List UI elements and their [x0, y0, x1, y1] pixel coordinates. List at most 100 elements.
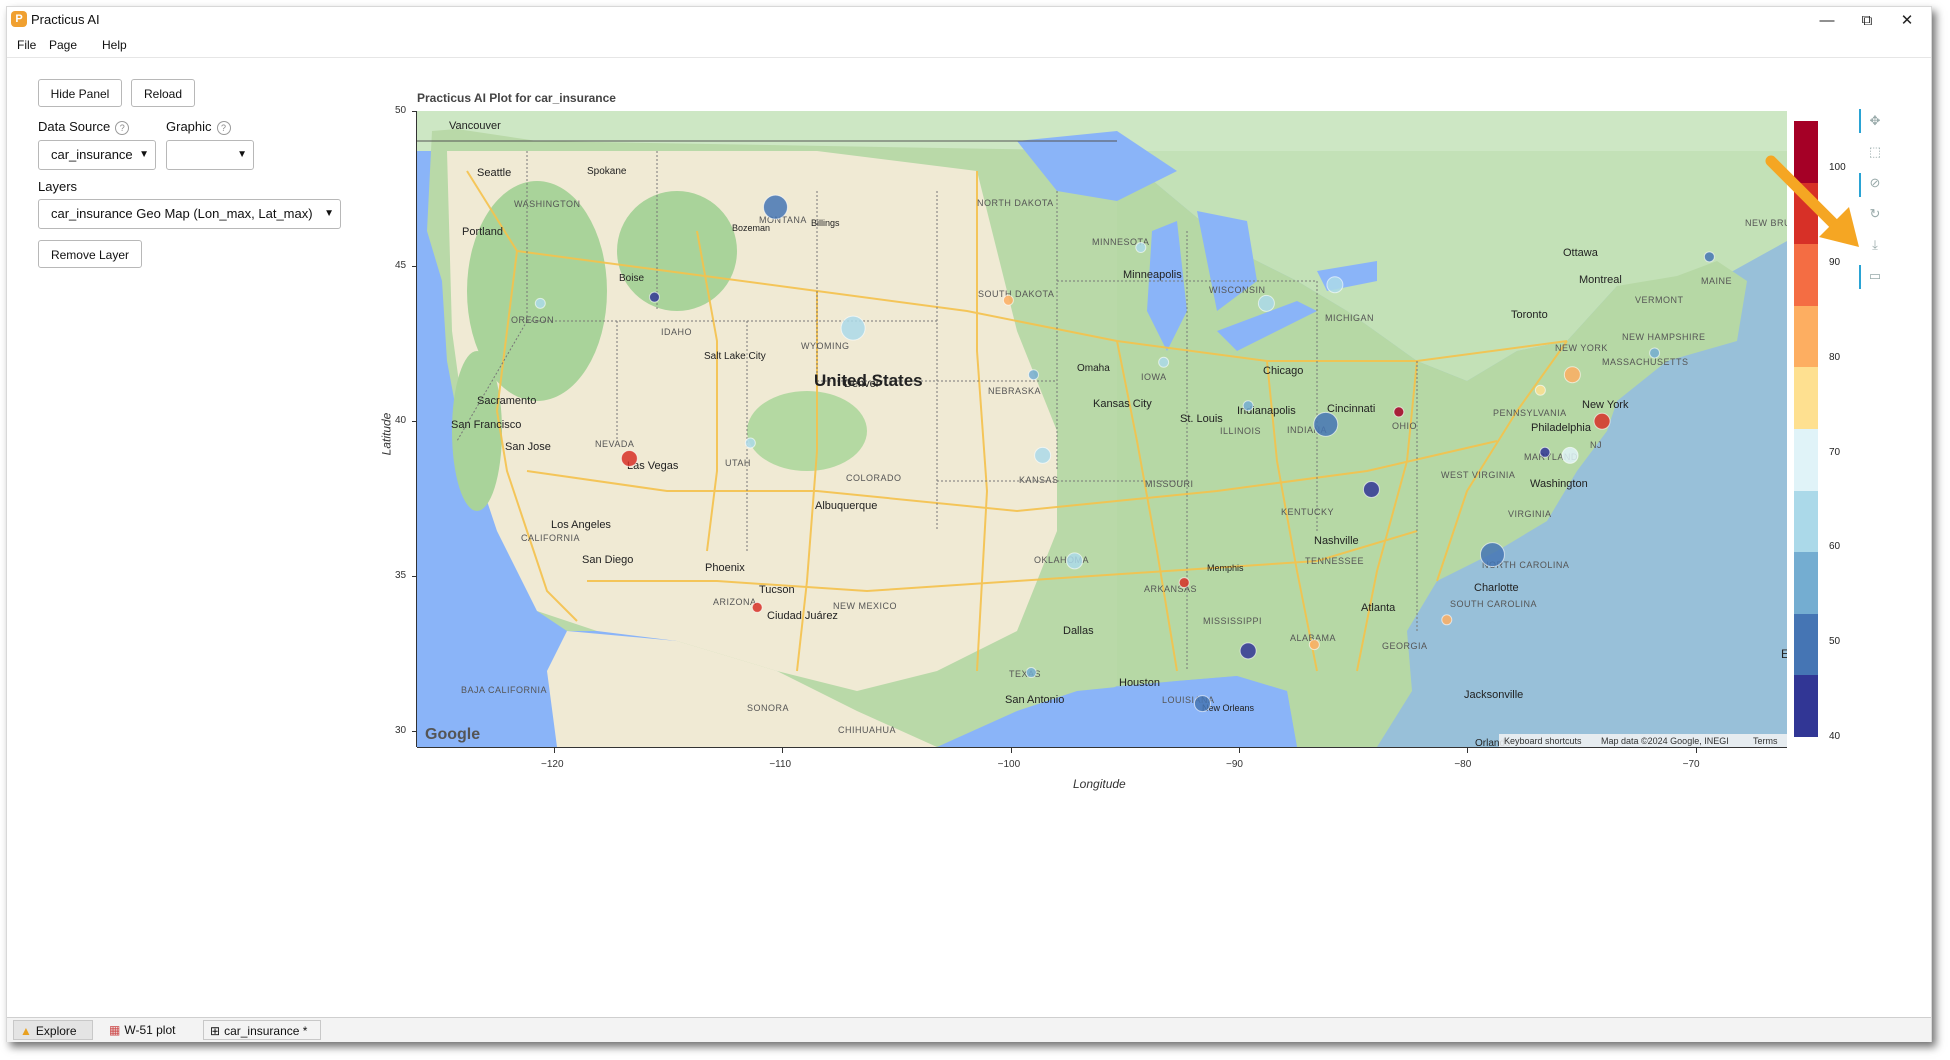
city-label: Minneapolis [1123, 269, 1182, 281]
scatter-point[interactable] [1028, 369, 1039, 381]
close-button[interactable]: ✕ [1887, 9, 1927, 33]
city-label: San Jose [505, 441, 551, 453]
pan-icon[interactable]: ✥ [1865, 111, 1885, 131]
tab-label: W-51 plot [124, 1023, 176, 1037]
scatter-point[interactable] [1025, 667, 1037, 679]
graphic-select[interactable]: ▼ [166, 140, 254, 170]
layers-select[interactable]: car_insurance Geo Map (Lon_max, Lat_max)… [38, 199, 341, 229]
scatter-point[interactable] [1362, 480, 1380, 498]
tab-explore[interactable]: ▲ Explore [13, 1020, 93, 1040]
colorbar-segment [1794, 367, 1818, 430]
scatter-point[interactable] [1326, 276, 1344, 294]
city-label: Portland [462, 226, 503, 238]
scatter-point[interactable] [1308, 639, 1320, 651]
layers-label: Layers [38, 179, 78, 194]
app-window: P Practicus AI — ⧉ ✕ File Page Help Hide… [6, 6, 1932, 1042]
city-label: Vancouver [449, 120, 501, 132]
scatter-point[interactable] [1178, 577, 1190, 589]
y-tick-label: 35 [395, 570, 407, 582]
tool-active-indicator [1859, 265, 1861, 289]
colorbar-tick-label: 50 [1829, 636, 1841, 648]
scatter-point[interactable] [1703, 251, 1715, 263]
scatter-point[interactable] [1561, 446, 1579, 464]
state-label: NEW MEXICO [833, 601, 897, 611]
city-label: Nashville [1314, 535, 1359, 547]
data-source-label: Data Source? [38, 119, 130, 135]
scatter-point[interactable] [1239, 642, 1257, 660]
scatter-point[interactable] [1649, 347, 1661, 359]
scatter-point[interactable] [620, 449, 638, 467]
city-label: Houston [1119, 677, 1160, 689]
scatter-point[interactable] [1002, 294, 1014, 306]
x-axis-line [417, 747, 1787, 748]
menu-file[interactable]: File [17, 38, 36, 52]
scatter-point[interactable] [1393, 406, 1405, 418]
scatter-point[interactable] [1441, 614, 1453, 626]
scatter-point[interactable] [1135, 242, 1147, 254]
scatter-point[interactable] [648, 291, 660, 303]
scatter-point[interactable] [1066, 552, 1084, 570]
help-icon[interactable]: ? [216, 120, 231, 135]
scatter-point[interactable] [1593, 412, 1611, 430]
city-label: Billings [811, 218, 840, 228]
data-source-select[interactable]: car_insurance ▼ [38, 140, 156, 170]
colorbar-tick-label: 70 [1829, 446, 1841, 458]
city-label: Washington [1530, 478, 1588, 490]
scatter-point[interactable] [744, 437, 756, 449]
menu-page[interactable]: Page [49, 38, 77, 52]
menu-help[interactable]: Help [102, 38, 127, 52]
city-label: San Diego [582, 554, 633, 566]
terms-link[interactable]: Terms [1753, 736, 1778, 746]
maximize-button[interactable]: ⧉ [1847, 9, 1887, 33]
scatter-point[interactable] [1313, 411, 1339, 437]
city-label: Spokane [587, 166, 627, 177]
map-svg[interactable]: United States Vancouver Seattle Spokane … [417, 111, 1787, 747]
state-label: UTAH [725, 458, 751, 468]
scatter-point[interactable] [1563, 366, 1581, 384]
hover-icon[interactable]: ▭ [1865, 266, 1885, 286]
scatter-point[interactable] [1257, 294, 1275, 312]
scatter-point[interactable] [1034, 446, 1052, 464]
city-label: Seattle [477, 167, 511, 179]
minimize-button[interactable]: — [1807, 9, 1847, 33]
map-data-attribution: Map data ©2024 Google, INEGI [1601, 736, 1729, 746]
city-label: San Antonio [1005, 694, 1064, 706]
state-label: GEORGIA [1382, 641, 1428, 651]
app-title: Practicus AI [31, 12, 100, 27]
dropdown-arrow-icon: ▼ [324, 208, 334, 219]
map-plot[interactable]: United States Vancouver Seattle Spokane … [417, 111, 1787, 747]
table-icon: ⊞ [210, 1024, 221, 1038]
tab-label: Explore [35, 1024, 77, 1038]
x-tick-mark [1010, 748, 1012, 753]
data-source-value: car_insurance [51, 147, 133, 162]
state-label: MASSACHUSETTS [1602, 357, 1689, 367]
scatter-point[interactable] [1242, 400, 1254, 412]
state-label: OREGON [511, 315, 554, 325]
scatter-point[interactable] [1539, 446, 1551, 458]
city-label: Memphis [1207, 563, 1244, 573]
scatter-point[interactable] [1479, 542, 1505, 568]
state-label: KENTUCKY [1281, 507, 1334, 517]
reload-button[interactable]: Reload [131, 79, 195, 107]
scatter-point[interactable] [840, 315, 866, 341]
remove-layer-button[interactable]: Remove Layer [38, 240, 142, 268]
keyboard-shortcuts-link[interactable]: Keyboard shortcuts [1504, 736, 1582, 746]
scatter-point[interactable] [751, 601, 763, 613]
scatter-point[interactable] [762, 194, 788, 220]
hide-panel-button[interactable]: Hide Panel [38, 79, 122, 107]
forest-patch [452, 351, 502, 511]
scatter-point[interactable] [1534, 384, 1546, 396]
colorbar-segment [1794, 305, 1818, 368]
help-icon[interactable]: ? [115, 120, 130, 135]
scatter-point[interactable] [1193, 695, 1211, 713]
colorbar-segment [1794, 429, 1818, 492]
tab-car-insurance[interactable]: ⊞ car_insurance * [203, 1020, 321, 1040]
state-label: WEST VIRGINIA [1441, 470, 1515, 480]
scatter-point[interactable] [1158, 356, 1170, 368]
tab-w51-plot[interactable]: ▦ W-51 plot [103, 1020, 193, 1040]
state-label: ARIZONA [713, 597, 757, 607]
scatter-point[interactable] [534, 297, 546, 309]
state-label: MAINE [1701, 276, 1732, 286]
colorbar-tick-label: 60 [1829, 541, 1841, 553]
x-tick-label: −70 [1682, 759, 1700, 770]
